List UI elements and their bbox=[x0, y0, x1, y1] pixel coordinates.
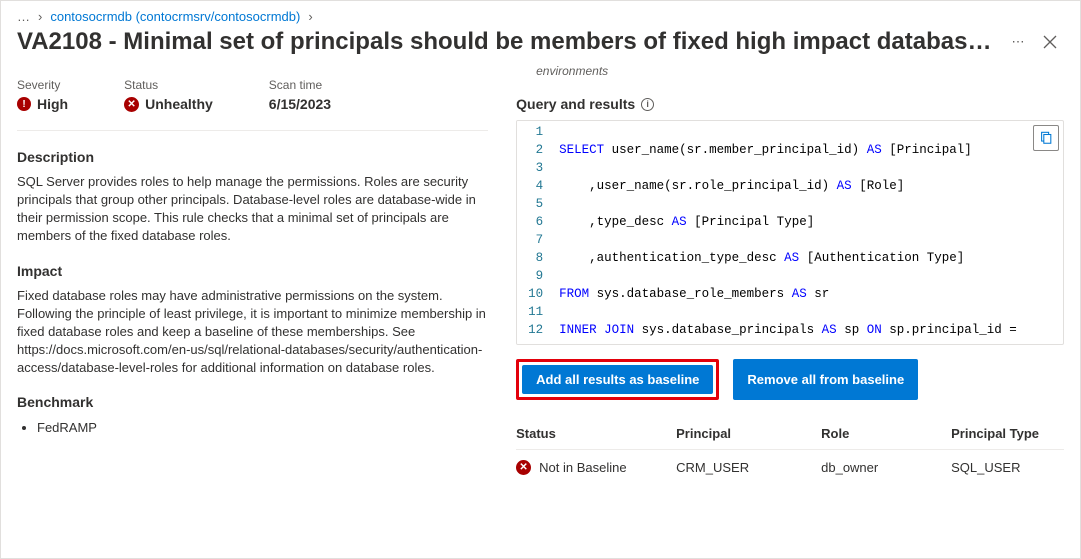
remove-all-baseline-button[interactable]: Remove all from baseline bbox=[733, 359, 918, 400]
status-label: Status bbox=[124, 78, 213, 92]
meta-row: Severity ! High Status ✕ Unhealthy Scan … bbox=[17, 72, 488, 131]
benchmark-item: FedRAMP bbox=[37, 418, 488, 438]
chevron-right-icon: › bbox=[38, 9, 42, 24]
page-title: VA2108 - Minimal set of principals shoul… bbox=[17, 28, 1000, 56]
row-ptype: SQL_USER bbox=[951, 460, 1064, 475]
add-all-baseline-button[interactable]: Add all results as baseline bbox=[522, 365, 713, 394]
breadcrumb: … › contosocrmdb (contocrmsrv/contosocrm… bbox=[1, 1, 1080, 28]
status-bad-icon: ✕ bbox=[516, 460, 531, 475]
scan-time-label: Scan time bbox=[269, 78, 331, 92]
col-principal-header[interactable]: Principal bbox=[676, 426, 821, 441]
description-text: SQL Server provides roles to help manage… bbox=[17, 173, 488, 245]
right-panel: environments Query and results i 123 456… bbox=[508, 64, 1080, 547]
scan-time-value: 6/15/2023 bbox=[269, 96, 331, 112]
code-content[interactable]: SELECT user_name(sr.member_principal_id)… bbox=[553, 121, 1025, 344]
impact-text: Fixed database roles may have administra… bbox=[17, 287, 488, 377]
close-button[interactable] bbox=[1036, 28, 1064, 56]
results-table: Status Principal Role Principal Type ✕ N… bbox=[516, 418, 1064, 475]
left-panel: Severity ! High Status ✕ Unhealthy Scan … bbox=[1, 64, 508, 547]
benchmark-list: FedRAMP bbox=[17, 418, 488, 438]
copy-icon bbox=[1039, 131, 1053, 145]
description-heading: Description bbox=[17, 149, 488, 165]
info-icon[interactable]: i bbox=[641, 98, 654, 111]
severity-label: Severity bbox=[17, 78, 68, 92]
query-code-block: 123 456 789 101112 SELECT user_name(sr.m… bbox=[516, 120, 1064, 345]
chevron-right-icon: › bbox=[308, 9, 312, 24]
impact-heading: Impact bbox=[17, 263, 488, 279]
row-principal: CRM_USER bbox=[676, 460, 821, 475]
code-gutter: 123 456 789 101112 bbox=[517, 121, 553, 344]
highlight-box: Add all results as baseline bbox=[516, 359, 719, 400]
benchmark-heading: Benchmark bbox=[17, 394, 488, 410]
copy-button[interactable] bbox=[1033, 125, 1059, 151]
status-value: Unhealthy bbox=[145, 96, 213, 112]
col-role-header[interactable]: Role bbox=[821, 426, 951, 441]
row-status: Not in Baseline bbox=[539, 460, 626, 475]
query-results-heading: Query and results i bbox=[516, 96, 1064, 112]
severity-value: High bbox=[37, 96, 68, 112]
row-role: db_owner bbox=[821, 460, 951, 475]
more-menu-button[interactable]: ⋯ bbox=[1004, 28, 1032, 56]
breadcrumb-link[interactable]: contosocrmdb (contocrmsrv/contosocrmdb) bbox=[50, 9, 300, 24]
environments-note: environments bbox=[516, 64, 1064, 92]
close-icon bbox=[1043, 35, 1057, 49]
table-row[interactable]: ✕ Not in Baseline CRM_USER db_owner SQL_… bbox=[516, 450, 1064, 475]
severity-high-icon: ! bbox=[17, 97, 31, 111]
unhealthy-icon: ✕ bbox=[124, 97, 139, 112]
col-ptype-header[interactable]: Principal Type bbox=[951, 426, 1064, 441]
breadcrumb-ellipsis[interactable]: … bbox=[17, 9, 30, 24]
col-status-header[interactable]: Status bbox=[516, 426, 676, 441]
